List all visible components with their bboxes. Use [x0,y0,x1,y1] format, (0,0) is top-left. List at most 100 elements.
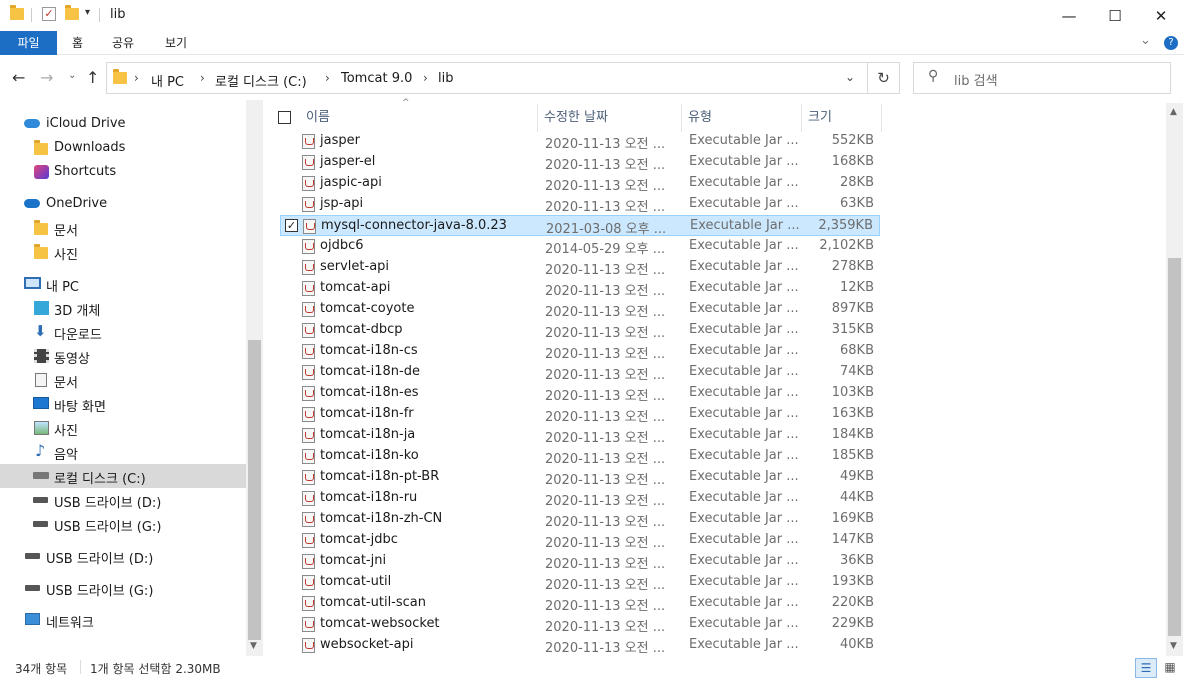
nav-label: OneDrive [46,196,108,211]
refresh-button[interactable]: ↻ [868,62,900,94]
file-row[interactable]: tomcat-i18n-fr 2020-11-13 오전 ... Executabl… [280,404,880,425]
minimize-button[interactable]: — [1046,0,1092,31]
scroll-down-icon[interactable]: ▼ [250,641,257,651]
nav-item-pictures[interactable]: 사진 [0,416,246,440]
file-row[interactable]: tomcat-i18n-zh-CN 2020-11-13 오전 ... Execut… [280,509,880,530]
file-list-scrollbar[interactable]: ▲ ▼ [1166,103,1183,656]
file-name: tomcat-dbcp [320,322,403,337]
tab-share[interactable]: 공유 [98,31,148,55]
nav-item-onedrive[interactable]: OneDrive [0,192,246,216]
row-checkbox[interactable]: ✓ [285,219,298,232]
file-row[interactable]: tomcat-i18n-pt-BR 2020-11-13 오전 ... Execut… [280,467,880,488]
file-row[interactable]: ojdbc6 2014-05-29 오후 ... Executable Jar ..… [280,236,880,257]
tab-file[interactable]: 파일 [0,31,57,55]
select-all-checkbox[interactable] [278,111,291,124]
nav-item-music[interactable]: ♪ 음악 [0,440,246,464]
address-row: ← → ⌄ ↑ › 내 PC › 로컬 디스크 (C:) › Tomcat 9.… [0,56,1184,100]
new-folder-icon[interactable] [65,5,79,22]
breadcrumb-pc[interactable]: 내 PC [151,71,184,90]
nav-item-this-pc[interactable]: 내 PC [0,272,246,296]
tab-home[interactable]: 홈 [58,31,97,55]
breadcrumb-lib[interactable]: lib [438,71,453,86]
chevron-right-icon[interactable]: › [200,71,205,85]
help-icon[interactable]: ? [1164,36,1178,50]
column-type[interactable]: 유형 [682,104,802,132]
nav-item-videos[interactable]: 동영상 [0,344,246,368]
nav-item-usb-g-root[interactable]: USB 드라이브 (G:) [0,576,246,600]
file-row[interactable]: tomcat-i18n-ja 2020-11-13 오전 ... Executabl… [280,425,880,446]
scroll-up-icon[interactable]: ▲ [1170,107,1177,117]
file-row[interactable]: tomcat-i18n-de 2020-11-13 오전 ... Executabl… [280,362,880,383]
chevron-right-icon[interactable]: › [423,71,428,85]
details-view-icon[interactable]: ☰ [1135,658,1157,678]
file-row[interactable]: tomcat-websocket 2020-11-13 오전 ... Executa… [280,614,880,635]
column-date-modified[interactable]: 수정한 날짜 [538,104,682,132]
file-type: Executable Jar ... [689,511,799,526]
address-dropdown-icon[interactable]: ⌄ [845,70,855,84]
recent-locations-icon[interactable]: ⌄ [68,70,76,81]
breadcrumb-tomcat[interactable]: Tomcat 9.0 [341,71,412,86]
nav-item-desktop[interactable]: 바탕 화면 [0,392,246,416]
file-type: Executable Jar ... [689,385,799,400]
nav-item-usb-d[interactable]: USB 드라이브 (D:) [0,488,246,512]
large-icons-view-icon[interactable]: ▦ [1160,658,1180,678]
expand-ribbon-icon[interactable]: ⌄ [1140,33,1151,48]
nav-item-local-disk-c[interactable]: 로컬 디스크 (C:) [0,464,246,488]
nav-item-icloud-drive[interactable]: iCloud Drive [0,112,246,136]
forward-arrow-icon[interactable]: → [40,68,53,87]
selection-info: 1개 항목 선택함 2.30MB [90,662,221,676]
nav-item-documents[interactable]: 문서 [0,368,246,392]
file-row[interactable]: tomcat-i18n-ko 2020-11-13 오전 ... Executabl… [280,446,880,467]
file-row[interactable]: tomcat-i18n-cs 2020-11-13 오전 ... Executabl… [280,341,880,362]
column-name[interactable]: 이름 [300,104,538,132]
file-row[interactable]: jaspic-api 2020-11-13 오전 ... Executable Ja… [280,173,880,194]
usb-drive-icon [25,553,40,559]
nav-item-usb-g[interactable]: USB 드라이브 (G:) [0,512,246,536]
file-row[interactable]: tomcat-util-scan 2020-11-13 오전 ... Executa… [280,593,880,614]
nav-scrollbar-thumb[interactable] [248,340,261,640]
file-date: 2020-11-13 오전 ... [545,368,666,383]
file-list-scrollbar-thumb[interactable] [1168,258,1181,636]
file-row[interactable]: servlet-api 2020-11-13 오전 ... Executable J… [280,257,880,278]
chevron-right-icon[interactable]: › [325,71,330,85]
address-bar[interactable]: › 내 PC › 로컬 디스크 (C:) › Tomcat 9.0 › lib … [106,62,868,94]
chevron-right-icon[interactable]: › [134,71,139,85]
cloud-icon [24,119,40,128]
search-box[interactable]: ⚲ lib 검색 [913,62,1171,94]
up-arrow-icon[interactable]: ↑ [86,68,99,87]
file-row[interactable]: tomcat-api 2020-11-13 오전 ... Executable Ja… [280,278,880,299]
nav-item-onedrive-pictures[interactable]: 사진 [0,240,246,264]
file-size: 74KB [840,364,874,379]
file-row[interactable]: tomcat-coyote 2020-11-13 오전 ... Executable… [280,299,880,320]
nav-item-3d-objects[interactable]: 3D 개체 [0,296,246,320]
tab-view[interactable]: 보기 [151,31,201,55]
breadcrumb-drive[interactable]: 로컬 디스크 (C:) [215,71,307,90]
maximize-button[interactable]: ☐ [1092,0,1138,31]
file-row[interactable]: tomcat-jdbc 2020-11-13 오전 ... Executable J… [280,530,880,551]
nav-item-downloads[interactable]: Downloads [0,136,246,160]
customize-toolbar-icon[interactable]: ▾ [85,7,90,18]
nav-item-usb-d-root[interactable]: USB 드라이브 (D:) [0,544,246,568]
nav-item-network[interactable]: 네트워크 [0,608,246,632]
back-arrow-icon[interactable]: ← [12,68,25,87]
properties-icon[interactable]: ✓ [42,7,56,21]
file-row[interactable]: jasper-el 2020-11-13 오전 ... Executable Jar… [280,152,880,173]
file-row[interactable]: tomcat-i18n-es 2020-11-13 오전 ... Executabl… [280,383,880,404]
file-row[interactable]: tomcat-util 2020-11-13 오전 ... Executable J… [280,572,880,593]
file-date: 2014-05-29 오후 ... [545,242,666,257]
file-date: 2020-11-13 오전 ... [545,515,666,530]
file-row[interactable]: jasper 2020-11-13 오전 ... Executable Jar ..… [280,131,880,152]
file-row[interactable]: tomcat-jni 2020-11-13 오전 ... Executable Ja… [280,551,880,572]
file-row[interactable]: websocket-api 2020-11-13 오전 ... Executable… [280,635,880,656]
close-button[interactable]: ✕ [1138,0,1184,31]
file-row[interactable]: tomcat-dbcp 2020-11-13 오전 ... Executable J… [280,320,880,341]
file-row[interactable]: ✓ mysql-connector-java-8.0.23 2021-03-08 오… [280,215,880,237]
file-row[interactable]: jsp-api 2020-11-13 오전 ... Executable Jar .… [280,194,880,215]
scroll-down-icon[interactable]: ▼ [1170,641,1177,651]
nav-item-shortcuts[interactable]: Shortcuts [0,160,246,184]
column-size[interactable]: 크기 [802,104,882,132]
nav-item-downloads-pc[interactable]: ⬇ 다운로드 [0,320,246,344]
nav-scrollbar[interactable] [246,100,263,656]
file-row[interactable]: tomcat-i18n-ru 2020-11-13 오전 ... Executabl… [280,488,880,509]
nav-item-onedrive-documents[interactable]: 문서 [0,216,246,240]
